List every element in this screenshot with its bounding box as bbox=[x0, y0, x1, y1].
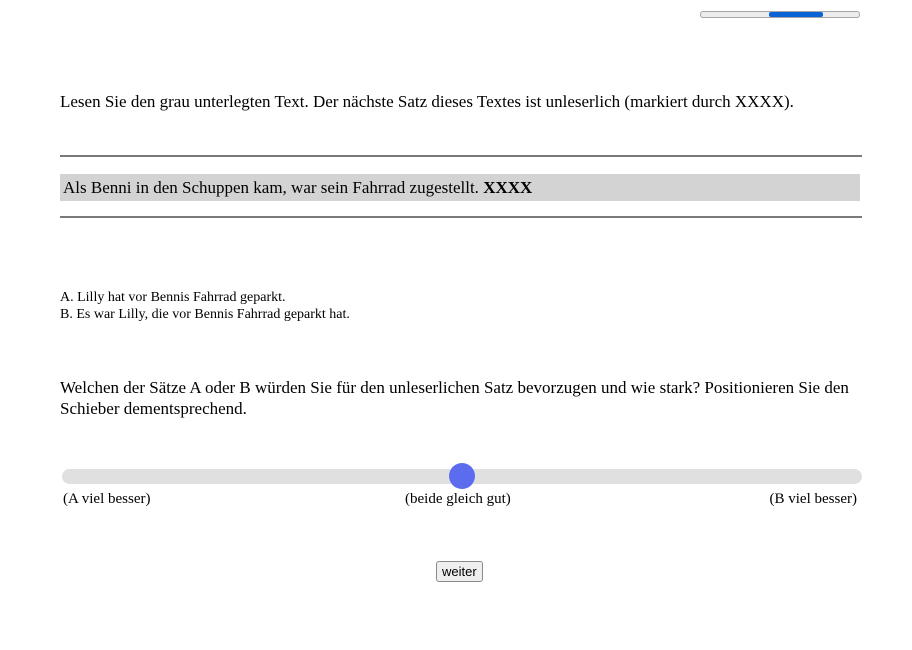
top-divider bbox=[60, 155, 862, 157]
context-sentence: Als Benni in den Schuppen kam, war sein … bbox=[63, 178, 479, 197]
slider-label-left: (A viel besser) bbox=[63, 491, 151, 507]
progress-bar bbox=[700, 11, 860, 18]
next-button[interactable]: weiter bbox=[436, 561, 483, 582]
option-a: A. Lilly hat vor Bennis Fahrrad geparkt. bbox=[60, 290, 286, 305]
slider-label-right: (B viel besser) bbox=[769, 491, 857, 507]
instruction-text: Lesen Sie den grau unterlegten Text. Der… bbox=[60, 92, 794, 111]
slider-thumb[interactable] bbox=[449, 463, 475, 489]
sentence-options: A. Lilly hat vor Bennis Fahrrad geparkt.… bbox=[60, 289, 350, 323]
bottom-divider bbox=[60, 216, 862, 218]
preference-slider[interactable] bbox=[62, 463, 862, 489]
context-text-box: Als Benni in den Schuppen kam, war sein … bbox=[60, 174, 860, 201]
slider-label-middle: (beide gleich gut) bbox=[405, 491, 511, 507]
illegible-placeholder: XXXX bbox=[483, 178, 533, 197]
question-text: Welchen der Sätze A oder B würden Sie fü… bbox=[60, 378, 849, 418]
option-b: B. Es war Lilly, die vor Bennis Fahrrad … bbox=[60, 307, 350, 322]
progress-bar-fill bbox=[768, 12, 823, 17]
